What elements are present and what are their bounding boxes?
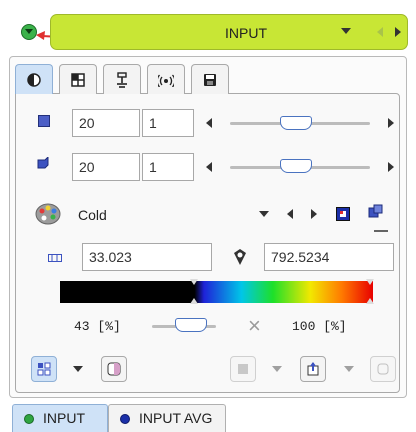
colormap-previous-icon[interactable] <box>287 209 293 219</box>
grid-icon <box>71 72 85 87</box>
disabled-dropdown-icon[interactable] <box>272 366 282 372</box>
export-button[interactable] <box>300 356 326 382</box>
threshold-slider-thumb[interactable] <box>175 318 207 332</box>
signal-icon <box>158 74 174 87</box>
next-icon[interactable] <box>395 27 401 37</box>
invert-icon <box>107 362 121 376</box>
layout-icon <box>37 362 51 376</box>
colormap-dropdown-icon[interactable] <box>259 211 269 217</box>
row1-value-field[interactable]: 20 <box>72 109 140 137</box>
palette-icon[interactable] <box>35 203 61 225</box>
layout-button[interactable] <box>31 356 57 382</box>
color-bar[interactable] <box>60 281 373 303</box>
colorbar-lower-handle-bottom[interactable] <box>190 298 198 304</box>
invert-colormap-icon[interactable] <box>336 207 350 221</box>
colormap-next-icon[interactable] <box>311 209 317 219</box>
row2-value-field[interactable]: 20 <box>72 153 140 181</box>
layout-dropdown-icon[interactable] <box>73 366 83 372</box>
tab-input[interactable]: INPUT <box>12 404 108 432</box>
close-icon[interactable]: × <box>248 313 261 339</box>
export-dropdown-icon[interactable] <box>344 366 354 372</box>
row2-decrement-icon[interactable] <box>206 162 212 172</box>
colorbar-lower-handle[interactable] <box>190 279 198 285</box>
tab-save[interactable] <box>191 64 229 94</box>
row1-increment-icon[interactable] <box>388 118 394 128</box>
cube-icon <box>37 157 49 169</box>
threshold-high-label: 100 [%] <box>292 319 347 334</box>
tab-signal[interactable] <box>147 64 185 94</box>
colorbar-upper-handle-bottom[interactable] <box>366 298 374 304</box>
colorbar-upper-handle[interactable] <box>366 279 374 285</box>
threshold-low-label: 43 [%] <box>74 319 121 334</box>
row1-decrement-icon[interactable] <box>206 118 212 128</box>
tab-input-avg[interactable]: INPUT AVG <box>108 404 226 432</box>
input-status-dot <box>24 414 34 424</box>
tab-grid[interactable] <box>59 64 97 94</box>
range-icon <box>48 254 62 262</box>
save-icon <box>204 73 216 86</box>
range-max-field[interactable]: 792.5234 <box>264 243 394 271</box>
collapse-toggle-button[interactable] <box>21 24 37 40</box>
row2-step-field[interactable]: 1 <box>142 153 194 181</box>
disabled-button-1[interactable] <box>230 356 256 382</box>
invert-button[interactable] <box>101 356 127 382</box>
range-min-field[interactable]: 33.023 <box>82 243 212 271</box>
auto-range-icon[interactable] <box>232 248 248 266</box>
previous-icon[interactable] <box>377 27 383 37</box>
chevron-down-icon[interactable] <box>341 28 351 34</box>
row2-increment-icon[interactable] <box>388 162 394 172</box>
header-title: INPUT <box>225 25 267 41</box>
rounded-square-icon <box>377 363 389 375</box>
row2-slider-thumb[interactable] <box>280 159 312 173</box>
row1-slider-thumb[interactable] <box>280 116 312 130</box>
plane-icon <box>38 115 50 127</box>
contrast-icon <box>27 72 41 87</box>
colormap-options-icon[interactable] <box>368 204 390 234</box>
tab-input-label: INPUT <box>43 410 85 426</box>
input-avg-status-dot <box>120 414 130 424</box>
tab-contrast[interactable] <box>15 64 53 94</box>
header-selector[interactable]: INPUT <box>50 14 408 50</box>
tab-input-avg-label: INPUT AVG <box>139 410 213 426</box>
disabled-button-2[interactable] <box>370 356 396 382</box>
microscope-icon <box>117 71 127 88</box>
export-icon <box>307 362 319 376</box>
row1-step-field[interactable]: 1 <box>142 109 194 137</box>
colormap-label: Cold <box>78 207 107 223</box>
block-icon <box>238 364 248 374</box>
tab-microscope[interactable] <box>103 64 141 94</box>
